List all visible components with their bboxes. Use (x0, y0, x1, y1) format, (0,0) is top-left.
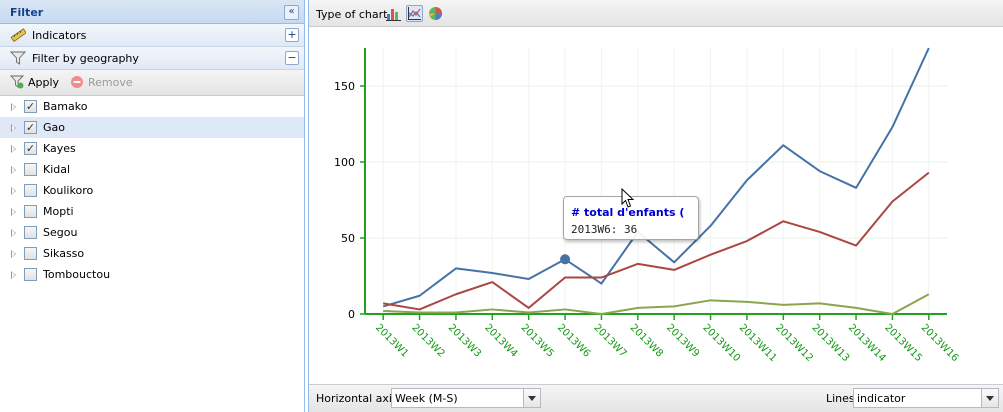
x-tick-label: 2013W16 (919, 322, 961, 364)
region-row[interactable]: Tombouctou (0, 264, 304, 285)
apply-button[interactable]: Apply (10, 75, 59, 89)
x-tick-label: 2013W13 (810, 322, 852, 364)
expand-arrow-icon[interactable] (11, 124, 16, 132)
x-tick-label: 2013W9 (664, 322, 701, 359)
chart-type-toolbar: Type of chart (309, 0, 1003, 27)
region-row[interactable]: ✓ Bamako (0, 96, 304, 117)
filter-toolbar: Apply Remove (0, 70, 304, 96)
region-checkbox[interactable]: ✓ (24, 142, 37, 155)
expand-arrow-icon[interactable] (11, 271, 16, 279)
region-row[interactable]: Sikasso (0, 243, 304, 264)
horizontal-axis-value: Week (M-S) (395, 392, 458, 405)
series-line (383, 171, 930, 311)
x-tick-label: 2013W5 (519, 322, 556, 359)
expand-indicators-icon[interactable]: + (285, 28, 299, 42)
region-tree: ✓ Bamako ✓ Gao ✓ Kayes Kidal Koulikoro Mopti Sego… (0, 96, 304, 285)
line-chart-icon[interactable] (406, 5, 423, 22)
x-tick-label: 2013W1 (373, 322, 410, 359)
region-row[interactable]: Segou (0, 222, 304, 243)
region-row[interactable]: Mopti (0, 201, 304, 222)
region-row[interactable]: ✓ Gao (0, 117, 304, 138)
region-name: Kidal (43, 163, 71, 176)
series-line (383, 293, 930, 315)
region-checkbox[interactable] (24, 247, 37, 260)
tooltip-value: 2013W6: 36 (571, 223, 638, 236)
lines-select[interactable]: indicator (853, 388, 999, 408)
highlighted-data-point (560, 254, 571, 265)
filter-panel: Filter « Indicators + Filter by geograph… (0, 0, 305, 412)
region-checkbox[interactable]: ✓ (24, 121, 37, 134)
region-name: Sikasso (43, 247, 85, 260)
remove-label: Remove (88, 76, 133, 89)
lines-value: indicator (857, 392, 906, 405)
expand-arrow-icon[interactable] (11, 103, 16, 111)
region-checkbox[interactable]: ✓ (24, 100, 37, 113)
indicators-section[interactable]: Indicators + (0, 24, 304, 47)
type-of-chart-label: Type of chart (316, 8, 388, 21)
region-name: Gao (43, 121, 65, 134)
x-tick-label: 2013W14 (846, 322, 888, 364)
region-checkbox[interactable] (24, 226, 37, 239)
geography-section[interactable]: Filter by geography − (0, 47, 304, 70)
chart-panel: Type of chart 0 50 100 150 2013W1 2013W2… (308, 0, 1003, 412)
expand-arrow-icon[interactable] (11, 166, 16, 174)
x-tick-label: 2013W6 (555, 322, 592, 359)
region-name: Mopti (43, 205, 74, 218)
y-tick-label: 0 (348, 308, 355, 321)
bar-chart-icon[interactable] (385, 5, 402, 22)
remove-icon (71, 76, 83, 88)
region-row[interactable]: Koulikoro (0, 180, 304, 201)
region-name: Kayes (43, 142, 76, 155)
horizontal-axis-select[interactable]: Week (M-S) (391, 388, 541, 408)
collapse-geography-icon[interactable]: − (285, 51, 299, 65)
chart-area[interactable]: 0 50 100 150 2013W1 2013W2 2013W3 2013W4 2013W5 2… (309, 28, 1003, 384)
x-tick-label: 2013W11 (737, 322, 779, 364)
y-tick-label: 150 (334, 80, 355, 93)
remove-button[interactable]: Remove (70, 75, 133, 89)
mouse-cursor-icon (621, 188, 635, 208)
region-checkbox[interactable] (24, 163, 37, 176)
y-tick-label: 100 (334, 156, 355, 169)
region-name: Koulikoro (43, 184, 94, 197)
lines-label: Lines (826, 392, 855, 405)
region-row[interactable]: ✓ Kayes (0, 138, 304, 159)
x-tick-label: 2013W8 (628, 322, 665, 359)
region-checkbox[interactable] (24, 205, 37, 218)
funnel-icon (10, 51, 26, 65)
funnel-apply-icon (10, 75, 24, 89)
x-tick-label: 2013W4 (482, 322, 519, 359)
y-tick-label: 50 (341, 232, 355, 245)
region-checkbox[interactable] (24, 184, 37, 197)
expand-arrow-icon[interactable] (11, 229, 16, 237)
x-tick-label: 2013W2 (409, 322, 446, 359)
collapse-panel-icon[interactable]: « (284, 5, 299, 20)
expand-arrow-icon[interactable] (11, 145, 16, 153)
region-checkbox[interactable] (24, 268, 37, 281)
horizontal-axis-label: Horizontal axis (316, 392, 398, 405)
chevron-down-icon[interactable] (523, 389, 540, 407)
expand-arrow-icon[interactable] (11, 250, 16, 258)
filter-panel-header: Filter « (0, 0, 304, 24)
apply-label: Apply (28, 76, 60, 89)
x-tick-label: 2013W15 (882, 322, 924, 364)
expand-arrow-icon[interactable] (11, 187, 16, 195)
x-tick-label: 2013W10 (700, 322, 742, 364)
x-tick-label: 2013W12 (773, 322, 815, 364)
expand-arrow-icon[interactable] (11, 208, 16, 216)
axis-options-toolbar: Horizontal axis Week (M-S) Lines indicat… (309, 384, 1003, 412)
region-name: Bamako (43, 100, 88, 113)
pie-chart-icon[interactable] (427, 5, 444, 22)
x-tick-label: 2013W3 (446, 322, 483, 359)
region-row[interactable]: Kidal (0, 159, 304, 180)
geography-label: Filter by geography (32, 52, 139, 65)
filter-panel-title: Filter (10, 6, 44, 19)
ruler-icon (10, 28, 26, 42)
chevron-down-icon[interactable] (981, 389, 998, 407)
x-tick-label: 2013W7 (591, 322, 628, 359)
region-name: Segou (43, 226, 78, 239)
region-name: Tombouctou (43, 268, 111, 281)
indicators-label: Indicators (32, 29, 87, 42)
